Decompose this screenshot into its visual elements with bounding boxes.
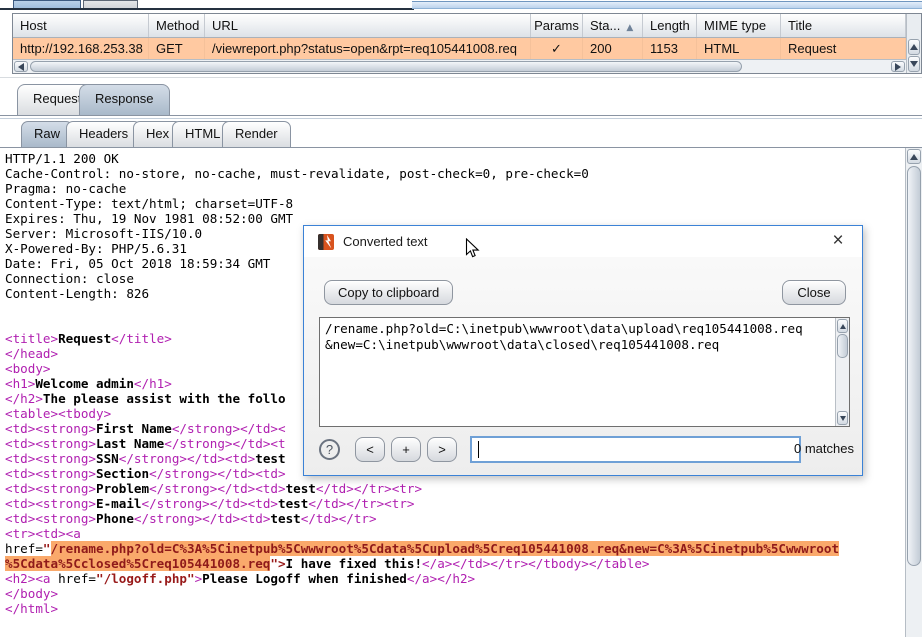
- message-editor-tabs: Request Response: [0, 84, 922, 115]
- scroll-left-button[interactable]: [14, 61, 28, 72]
- search-previous-button[interactable]: <: [355, 437, 385, 462]
- response-line: %5Cdata%5Cclosed%5Creq105441008.req">I h…: [5, 556, 903, 571]
- column-header-length[interactable]: Length: [643, 14, 697, 37]
- burp-icon: [318, 234, 334, 250]
- burp-suite-window: Host Method URL Params Sta...▲ Length MI…: [0, 0, 922, 637]
- dialog-title: Converted text: [343, 234, 428, 249]
- http-history-table: Host Method URL Params Sta...▲ Length MI…: [12, 13, 922, 74]
- column-header-url[interactable]: URL: [205, 14, 531, 37]
- divider: [0, 115, 922, 116]
- search-next-button[interactable]: >: [427, 437, 457, 462]
- scroll-right-button[interactable]: [891, 61, 905, 72]
- textarea-scrollbar[interactable]: [835, 318, 849, 426]
- dialog-title-bar[interactable]: Converted text: [304, 226, 862, 257]
- column-header-status[interactable]: Sta...▲: [583, 14, 643, 37]
- response-line: <td><strong>E-mail</strong></td><td>test…: [5, 496, 903, 511]
- dialog-close-icon[interactable]: ×: [824, 228, 852, 254]
- response-line: </html>: [5, 601, 903, 616]
- horizontal-scroll-thumb[interactable]: [30, 61, 742, 72]
- search-field-wrap: [470, 436, 801, 463]
- scroll-up-button[interactable]: [837, 319, 848, 333]
- response-line: <td><strong>Phone</strong></td><td>test<…: [5, 511, 903, 526]
- column-header-host[interactable]: Host: [13, 14, 149, 37]
- converted-text-area[interactable]: /rename.php?old=C:\inetpub\wwwroot\data\…: [319, 317, 850, 427]
- tabbar-highlight-band: [412, 1, 922, 9]
- vertical-scroll-thumb[interactable]: [907, 166, 921, 566]
- match-count-label: 0 matches: [794, 441, 854, 456]
- response-line: HTTP/1.1 200 OK: [5, 151, 903, 166]
- response-view-tabs: Raw Headers Hex HTML Render: [0, 121, 922, 147]
- response-line: <td><strong>Problem</strong></td><td>tes…: [5, 481, 903, 496]
- response-line: Pragma: no-cache: [5, 181, 903, 196]
- converted-text-value: /rename.php?old=C:\inetpub\wwwroot\data\…: [325, 321, 807, 353]
- column-header-mime-type[interactable]: MIME type: [697, 14, 781, 37]
- response-line: Content-Type: text/html; charset=UTF-8: [5, 196, 903, 211]
- tab-response[interactable]: Response: [79, 84, 170, 115]
- divider: [0, 77, 922, 78]
- search-input[interactable]: [476, 439, 796, 460]
- response-line: <tr><td><a: [5, 526, 903, 541]
- mouse-cursor: [465, 238, 480, 260]
- tab-render[interactable]: Render: [222, 121, 291, 147]
- cell-title: Request: [781, 38, 906, 59]
- cell-params-check-icon: ✓: [531, 38, 583, 59]
- cell-length: 1153: [643, 38, 697, 59]
- divider: [0, 8, 414, 10]
- copy-to-clipboard-button[interactable]: Copy to clipboard: [324, 280, 453, 305]
- vertical-scrollbar[interactable]: [906, 14, 921, 73]
- response-line: </body>: [5, 586, 903, 601]
- cell-mime-type: HTML: [697, 38, 781, 59]
- column-header-method[interactable]: Method: [149, 14, 205, 37]
- cell-method: GET: [149, 38, 205, 59]
- response-vertical-scrollbar[interactable]: [905, 148, 922, 637]
- response-line: Cache-Control: no-store, no-cache, must-…: [5, 166, 903, 181]
- horizontal-scrollbar[interactable]: [13, 59, 906, 73]
- text-caret: [478, 441, 479, 458]
- scroll-up-button[interactable]: [908, 39, 920, 55]
- textarea-scroll-thumb[interactable]: [837, 334, 848, 358]
- response-line: Expires: Thu, 19 Nov 1981 08:52:00 GMT: [5, 211, 903, 226]
- scroll-up-button[interactable]: [907, 149, 921, 164]
- tab-headers[interactable]: Headers: [66, 121, 141, 147]
- history-row-selected[interactable]: http://192.168.253.38 GET /viewreport.ph…: [13, 38, 906, 59]
- column-header-title[interactable]: Title: [781, 14, 906, 37]
- close-button[interactable]: Close: [782, 280, 846, 305]
- divider: [0, 118, 922, 119]
- converted-text-dialog: Converted text × Copy to clipboard Close…: [303, 225, 863, 476]
- cell-host: http://192.168.253.38: [13, 38, 149, 59]
- cell-status: 200: [583, 38, 643, 59]
- cell-url: /viewreport.php?status=open&rpt=req10544…: [205, 38, 531, 59]
- help-button[interactable]: ?: [319, 439, 340, 460]
- response-line: href="/rename.php?old=C%3A%5Cinetpub%5Cw…: [5, 541, 903, 556]
- top-cutoff-tabbar: [0, 0, 922, 11]
- search-add-button[interactable]: +: [391, 437, 421, 462]
- response-line: <h2><a href="/logoff.php">Please Logoff …: [5, 571, 903, 586]
- sort-ascending-icon: ▲: [626, 23, 633, 33]
- table-header-row: Host Method URL Params Sta...▲ Length MI…: [13, 14, 906, 38]
- column-header-params[interactable]: Params: [531, 14, 583, 37]
- scroll-down-button[interactable]: [837, 411, 848, 425]
- scroll-down-button[interactable]: [908, 56, 920, 72]
